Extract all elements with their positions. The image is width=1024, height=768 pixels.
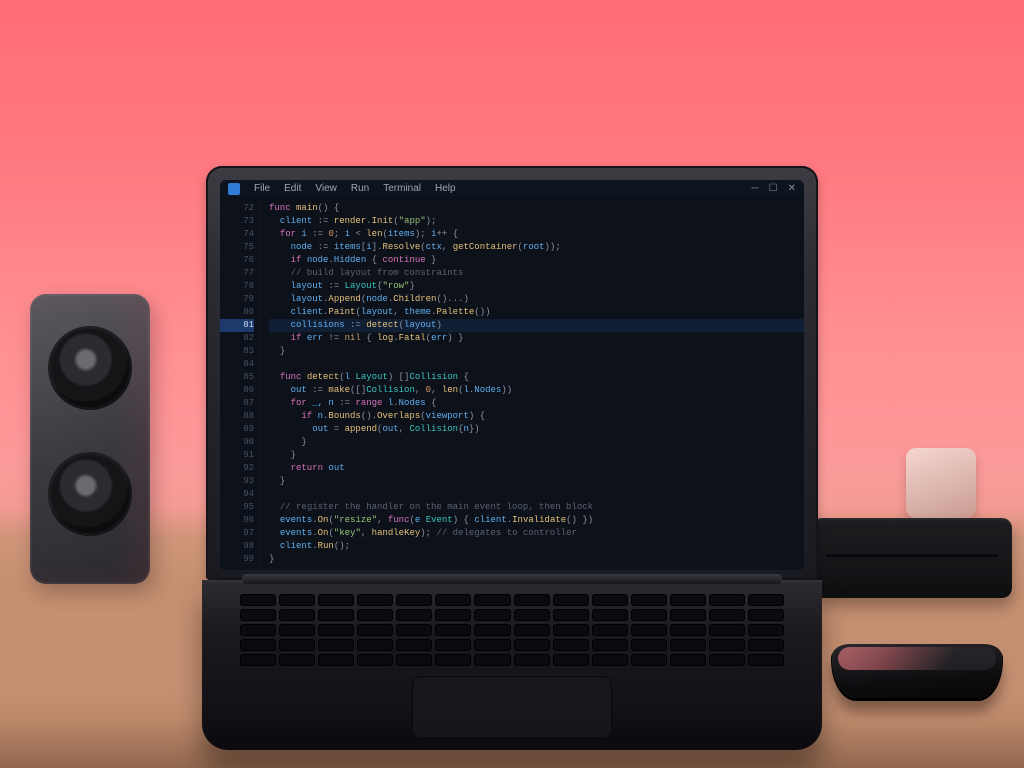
code-line[interactable]: return out xyxy=(269,462,804,475)
editor-menubar: File Edit View Run Terminal Help ─ ☐ ✕ xyxy=(220,180,804,198)
code-line[interactable]: } xyxy=(269,345,804,358)
minimize-icon[interactable]: ─ xyxy=(752,183,759,194)
code-line[interactable]: if err != nil { log.Fatal(err) } xyxy=(269,332,804,345)
line-number: 81 xyxy=(220,319,254,332)
code-line[interactable]: out := make([]Collision, 0, len(l.Nodes)… xyxy=(269,384,804,397)
menu-item-view[interactable]: View xyxy=(315,183,337,194)
code-line[interactable]: out = append(out, Collision{n}) xyxy=(269,423,804,436)
code-line[interactable]: for _, n := range l.Nodes { xyxy=(269,397,804,410)
line-number: 96 xyxy=(220,514,254,527)
line-number-gutter: 7273747576777879808182838485868788899091… xyxy=(220,198,261,570)
code-line[interactable]: events.On("key", handleKey); // delegate… xyxy=(269,527,804,540)
menu-item-run[interactable]: Run xyxy=(351,183,369,194)
keyboard xyxy=(240,594,784,666)
line-number: 91 xyxy=(220,449,254,462)
code-line[interactable]: } xyxy=(269,553,804,566)
menu-item-terminal[interactable]: Terminal xyxy=(383,183,421,194)
code-line[interactable]: // register the handler on the main even… xyxy=(269,501,804,514)
code-line[interactable]: layout := Layout{"row"} xyxy=(269,280,804,293)
smartphone xyxy=(832,644,1002,698)
code-line[interactable]: client.Paint(layout, theme.Palette()) xyxy=(269,306,804,319)
menu-item-edit[interactable]: Edit xyxy=(284,183,301,194)
line-number: 94 xyxy=(220,488,254,501)
desk-edge-shadow xyxy=(0,720,1024,768)
line-number: 88 xyxy=(220,410,254,423)
menu-item-file[interactable]: File xyxy=(254,183,270,194)
desk-device xyxy=(812,518,1012,598)
code-area[interactable]: func main() { client := render.Init("app… xyxy=(261,198,804,570)
line-number: 77 xyxy=(220,267,254,280)
line-number: 84 xyxy=(220,358,254,371)
code-line[interactable]: if node.Hidden { continue } xyxy=(269,254,804,267)
code-line[interactable]: events.On("resize", func(e Event) { clie… xyxy=(269,514,804,527)
maximize-icon[interactable]: ☐ xyxy=(769,183,778,194)
window-controls: ─ ☐ ✕ xyxy=(752,183,796,194)
code-line[interactable]: client.Run(); xyxy=(269,540,804,553)
app-icon xyxy=(228,183,240,195)
close-icon[interactable]: ✕ xyxy=(788,183,796,194)
line-number: 97 xyxy=(220,527,254,540)
line-number: 74 xyxy=(220,228,254,241)
code-line[interactable]: } xyxy=(269,436,804,449)
code-line[interactable]: } xyxy=(269,449,804,462)
speaker-cone-icon xyxy=(48,326,132,410)
laptop-screen: File Edit View Run Terminal Help ─ ☐ ✕ 7… xyxy=(220,180,804,570)
line-number: 73 xyxy=(220,215,254,228)
code-line[interactable]: layout.Append(node.Children()...) xyxy=(269,293,804,306)
line-number: 85 xyxy=(220,371,254,384)
line-number: 93 xyxy=(220,475,254,488)
line-number: 90 xyxy=(220,436,254,449)
line-number: 99 xyxy=(220,553,254,566)
code-line[interactable] xyxy=(269,358,804,371)
laptop-lid: File Edit View Run Terminal Help ─ ☐ ✕ 7… xyxy=(206,166,818,580)
line-number: 83 xyxy=(220,345,254,358)
menu-item-help[interactable]: Help xyxy=(435,183,456,194)
line-number: 95 xyxy=(220,501,254,514)
line-number: 86 xyxy=(220,384,254,397)
line-number: 82 xyxy=(220,332,254,345)
desk-scene-photo: File Edit View Run Terminal Help ─ ☐ ✕ 7… xyxy=(0,0,1024,768)
code-editor[interactable]: 7273747576777879808182838485868788899091… xyxy=(220,198,804,570)
speaker-cone-icon xyxy=(48,452,132,536)
code-line[interactable]: client := render.Init("app"); xyxy=(269,215,804,228)
code-line[interactable]: func main() { xyxy=(269,202,804,215)
laptop: File Edit View Run Terminal Help ─ ☐ ✕ 7… xyxy=(194,166,830,750)
code-line[interactable]: func detect(l Layout) []Collision { xyxy=(269,371,804,384)
code-line[interactable]: node := items[i].Resolve(ctx, getContain… xyxy=(269,241,804,254)
desk-cup xyxy=(906,448,976,518)
code-line[interactable]: for i := 0; i < len(items); i++ { xyxy=(269,228,804,241)
code-line[interactable]: } xyxy=(269,475,804,488)
code-line[interactable]: collisions := detect(layout) xyxy=(269,319,804,332)
line-number: 80 xyxy=(220,306,254,319)
line-number: 89 xyxy=(220,423,254,436)
speaker-left xyxy=(30,294,150,584)
line-number: 98 xyxy=(220,540,254,553)
line-number: 76 xyxy=(220,254,254,267)
line-number: 87 xyxy=(220,397,254,410)
line-number: 75 xyxy=(220,241,254,254)
line-number: 79 xyxy=(220,293,254,306)
line-number: 78 xyxy=(220,280,254,293)
code-line[interactable]: // build layout from constraints xyxy=(269,267,804,280)
line-number: 72 xyxy=(220,202,254,215)
code-line[interactable] xyxy=(269,488,804,501)
line-number: 92 xyxy=(220,462,254,475)
code-line[interactable]: if n.Bounds().Overlaps(viewport) { xyxy=(269,410,804,423)
